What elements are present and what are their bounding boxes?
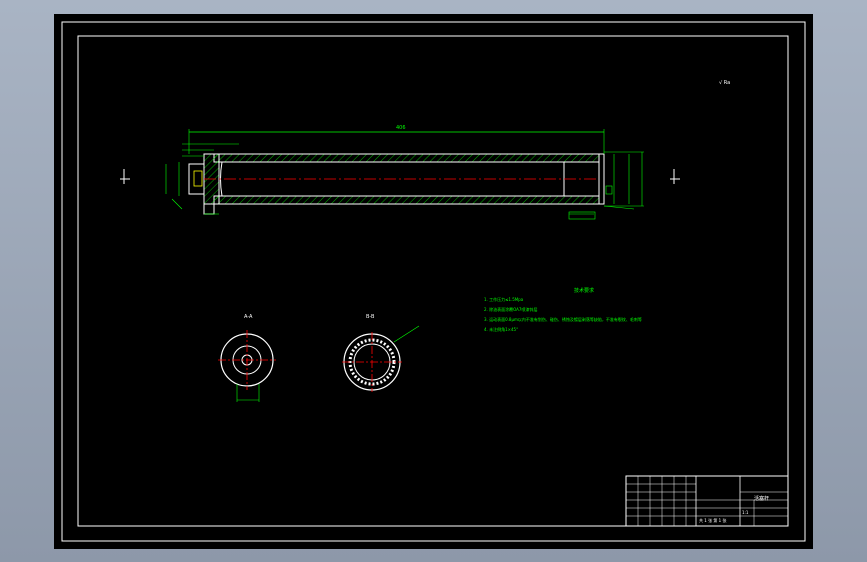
tech-req-item: 3. 运动表面0.8μm以内不准有划伤、碰伤、锈蚀及镀层剥落等缺陷，不准有裂纹、… bbox=[484, 316, 642, 322]
outer-border bbox=[61, 21, 806, 542]
section-a-view: A-A bbox=[218, 314, 276, 402]
tech-req-item: 2. 除油表面涂覆OA7喷漆锌层 bbox=[484, 306, 537, 312]
main-view: 406 √ Ra bbox=[120, 80, 730, 220]
inner-border bbox=[77, 35, 789, 527]
cad-viewport[interactable]: 406 √ Ra A-A B-B 技术要求 1. 工作压力≤1.5Mpa 2. … bbox=[54, 14, 813, 549]
section-b-label: B-B bbox=[366, 314, 375, 320]
tech-req-title: 技术要求 bbox=[574, 287, 594, 294]
surface-mark: √ Ra bbox=[719, 80, 730, 86]
drawing-name: 活塞杆 bbox=[754, 495, 769, 502]
right-end bbox=[598, 153, 605, 205]
drawing-sheet: 共 1 张 第 1 张 bbox=[699, 517, 726, 523]
upper-wall bbox=[213, 153, 600, 163]
section-a-label: A-A bbox=[244, 314, 253, 320]
drawing-canvas: 406 √ Ra A-A B-B 技术要求 1. 工作压力≤1.5Mpa 2. … bbox=[61, 21, 806, 542]
technical-requirements: 技术要求 1. 工作压力≤1.5Mpa 2. 除油表面涂覆OA7喷漆锌层 3. … bbox=[484, 287, 642, 332]
length-dim: 406 bbox=[396, 125, 406, 131]
tech-req-item: 4. 未注倒角1×45° bbox=[484, 326, 518, 332]
drawing-scale: 1:1 bbox=[742, 510, 749, 515]
lower-wall bbox=[213, 195, 600, 205]
tech-req-item: 1. 工作压力≤1.5Mpa bbox=[484, 296, 524, 302]
title-block: 活塞杆 1:1 共 1 张 第 1 张 bbox=[625, 475, 789, 527]
section-b-view: B-B bbox=[342, 314, 420, 392]
